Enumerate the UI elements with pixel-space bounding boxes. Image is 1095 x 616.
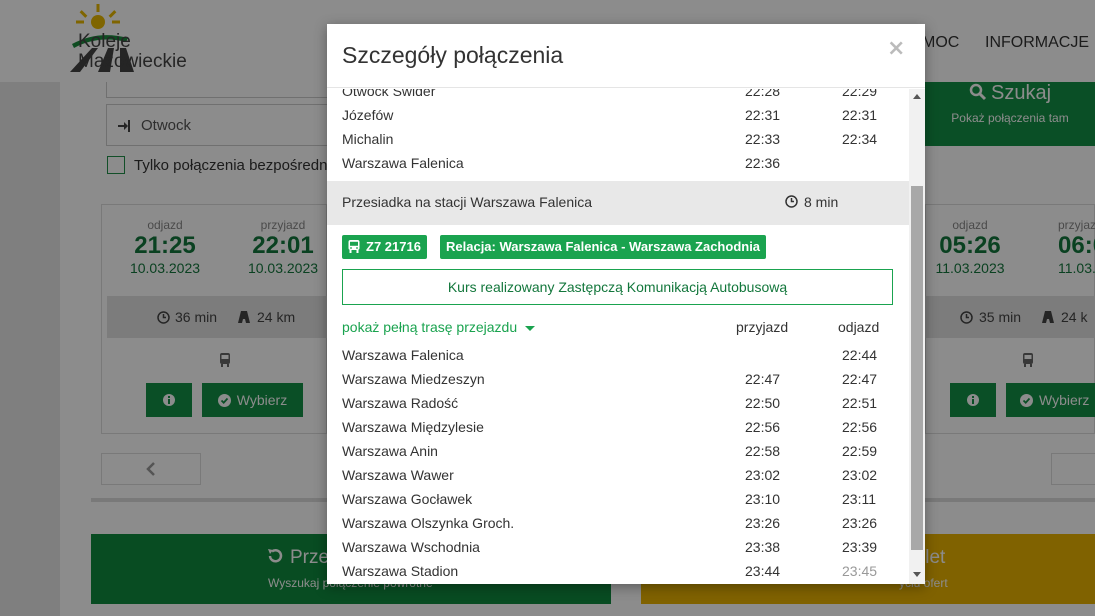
- stop-arrival: 22:56: [745, 419, 781, 435]
- stop-station: Otwock Świder: [342, 89, 436, 99]
- stop-arrival: 23:02: [745, 467, 781, 483]
- stop-departure: 22:59: [842, 443, 878, 459]
- stop-row: Warszawa Radość 22:50 22:51: [342, 395, 902, 419]
- stop-station: Warszawa Anin: [342, 443, 438, 459]
- stop-departure: 22:44: [842, 347, 878, 363]
- show-full-route-label: pokaż pełną trasę przejazdu: [342, 319, 518, 335]
- stop-row: Józefów 22:31 22:31: [342, 107, 902, 131]
- modal-header: Szczegóły połączenia ×: [327, 24, 925, 88]
- stop-station: Warszawa Wawer: [342, 467, 454, 483]
- column-arrival: przyjazd: [736, 319, 789, 335]
- stop-departure: 22:34: [842, 131, 878, 147]
- stop-departure: 23:11: [842, 491, 876, 507]
- replacement-bus-notice: Kurs realizowany Zastępczą Komunikacją A…: [342, 269, 893, 305]
- modal-title: Szczegóły połączenia: [342, 42, 564, 68]
- stop-arrival: 22:47: [745, 371, 781, 387]
- clock-icon: [785, 195, 798, 208]
- stop-departure: 22:56: [842, 419, 878, 435]
- stop-arrival: 22:50: [745, 395, 781, 411]
- stop-departure: 23:45: [842, 563, 878, 579]
- stop-row: Warszawa Gocławek 23:10 23:11: [342, 491, 902, 515]
- stop-station: Warszawa Międzylesie: [342, 419, 484, 435]
- stop-arrival: 22:36: [745, 155, 781, 171]
- modal-body[interactable]: Otwock Świder 22:28 22:29 Józefów 22:31 …: [327, 89, 909, 584]
- stop-row: Warszawa Międzylesie 22:56 22:56: [342, 419, 902, 443]
- stop-row: Warszawa Wawer 23:02 23:02: [342, 467, 902, 491]
- transfer-duration: 8 min: [804, 194, 839, 210]
- column-departure: odjazd: [838, 319, 880, 335]
- transfer-text: Przesiadka na stacji Warszawa Falenica: [342, 194, 593, 210]
- stop-arrival: 23:44: [745, 563, 781, 579]
- stop-arrival: 22:58: [745, 443, 781, 459]
- stop-departure: 22:29: [842, 89, 878, 99]
- connection-details-modal: Szczegóły połączenia × Otwock Świder 22:…: [327, 24, 925, 584]
- stop-station: Warszawa Gocławek: [342, 491, 473, 507]
- stop-arrival: 23:26: [745, 515, 781, 531]
- stop-departure: 22:31: [842, 107, 878, 123]
- stop-row: Warszawa Anin 22:58 22:59: [342, 443, 902, 467]
- stop-station: Warszawa Stadion: [342, 563, 459, 579]
- stop-departure: 23:39: [842, 539, 878, 555]
- show-full-route-toggle[interactable]: pokaż pełną trasę przejazdu: [342, 319, 536, 335]
- stop-row: Warszawa Miedzeszyn 22:47 22:47: [342, 371, 902, 395]
- stop-row: Warszawa Falenica 22:44: [342, 347, 902, 371]
- stop-row: Otwock Świder 22:28 22:29: [342, 89, 902, 107]
- stop-row: Warszawa Olszynka Groch. 23:26 23:26: [342, 515, 902, 539]
- scrollbar-thumb[interactable]: [911, 186, 923, 550]
- stop-row: Warszawa Stadion 23:44 23:45: [342, 563, 902, 584]
- train-number-badge: Z7 21716: [342, 235, 427, 259]
- modal-scrollbar[interactable]: [909, 89, 925, 584]
- stop-arrival: 23:10: [745, 491, 781, 507]
- stop-arrival: 23:38: [745, 539, 781, 555]
- stop-station: Warszawa Falenica: [342, 155, 464, 171]
- close-icon[interactable]: ×: [887, 36, 905, 61]
- bus-icon: [348, 240, 360, 253]
- stop-station: Warszawa Miedzeszyn: [342, 371, 485, 387]
- caret-down-icon: [525, 325, 536, 331]
- stop-arrival: 22:33: [745, 131, 781, 147]
- train-number: Z7 21716: [366, 239, 421, 254]
- stop-row: Warszawa Wschodnia 23:38 23:39: [342, 539, 902, 563]
- stop-departure: 23:02: [842, 467, 878, 483]
- stop-row: Warszawa Falenica 22:36: [342, 155, 902, 179]
- stop-station: Warszawa Wschodnia: [342, 539, 480, 555]
- stop-departure: 22:51: [842, 395, 878, 411]
- stop-station: Warszawa Olszynka Groch.: [342, 515, 515, 531]
- stop-station: Michalin: [342, 131, 394, 147]
- stop-row: Michalin 22:33 22:34: [342, 131, 902, 155]
- stop-arrival: 22:28: [745, 89, 781, 99]
- stop-arrival: 22:31: [745, 107, 781, 123]
- scroll-down-arrow-icon[interactable]: [913, 572, 921, 577]
- stop-departure: 23:26: [842, 515, 878, 531]
- stop-station: Warszawa Radość: [342, 395, 459, 411]
- scroll-up-arrow-icon[interactable]: [913, 94, 921, 99]
- relation-badge: Relacja: Warszawa Falenica - Warszawa Za…: [440, 235, 767, 259]
- stop-departure: 22:47: [842, 371, 878, 387]
- stop-station: Warszawa Falenica: [342, 347, 464, 363]
- stop-station: Józefów: [342, 107, 394, 123]
- transfer-row: Przesiadka na stacji Warszawa Falenica 8…: [327, 181, 909, 225]
